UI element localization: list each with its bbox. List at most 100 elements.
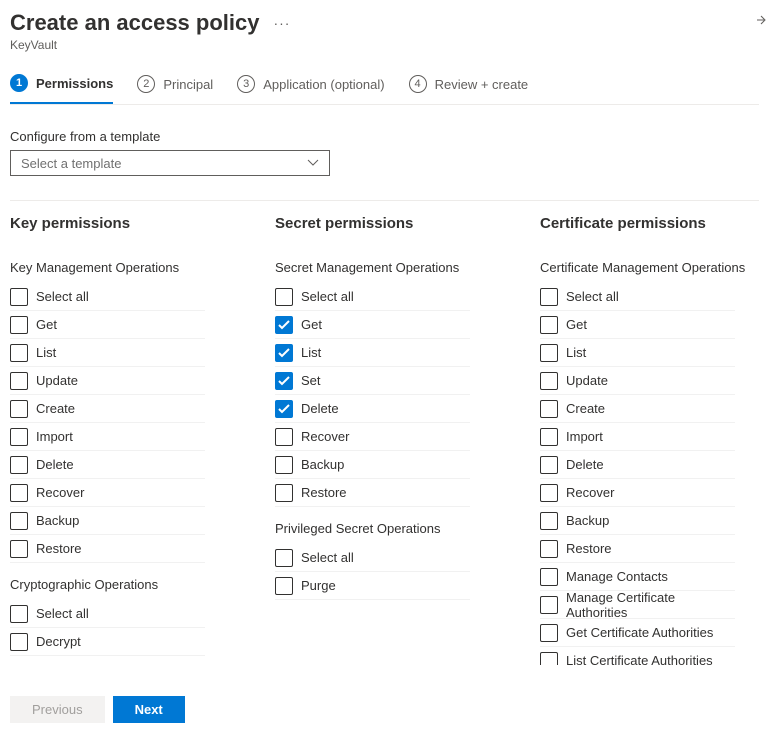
permission-checkbox[interactable] (10, 344, 28, 362)
permission-label[interactable]: Get Certificate Authorities (566, 625, 713, 640)
previous-button[interactable]: Previous (10, 696, 105, 723)
permission-label[interactable]: Get (566, 317, 587, 332)
step-label: Review + create (435, 77, 529, 92)
permission-row: Recover (10, 479, 205, 507)
permission-label[interactable]: Restore (301, 485, 347, 500)
permission-label[interactable]: Manage Contacts (566, 569, 668, 584)
permission-label[interactable]: Decrypt (36, 634, 81, 649)
permission-checkbox[interactable] (275, 344, 293, 362)
permission-checkbox[interactable] (10, 456, 28, 474)
permission-label[interactable]: List (566, 345, 586, 360)
permission-label[interactable]: Purge (301, 578, 336, 593)
wizard-steps: 1Permissions 2Principal 3Application (opti… (0, 52, 769, 104)
permission-checkbox[interactable] (540, 288, 558, 306)
permission-checkbox[interactable] (275, 549, 293, 567)
permission-label[interactable]: Select all (566, 289, 619, 304)
permission-checkbox[interactable] (275, 316, 293, 334)
next-button[interactable]: Next (113, 696, 185, 723)
permission-label[interactable]: Get (36, 317, 57, 332)
group-title: Secret Management Operations (275, 260, 540, 275)
permission-label[interactable]: List (36, 345, 56, 360)
permission-checkbox[interactable] (275, 288, 293, 306)
permission-checkbox[interactable] (275, 428, 293, 446)
permission-row: List (275, 339, 470, 367)
permission-checkbox[interactable] (540, 624, 558, 642)
permission-checkbox[interactable] (10, 512, 28, 530)
permission-label[interactable]: Recover (566, 485, 614, 500)
wizard-step-2[interactable]: 2Principal (137, 74, 213, 104)
permission-row: Recover (540, 479, 735, 507)
permission-label[interactable]: Set (301, 373, 321, 388)
permission-label[interactable]: Update (36, 373, 78, 388)
permission-label[interactable]: Select all (36, 289, 89, 304)
permission-label[interactable]: Recover (301, 429, 349, 444)
permission-checkbox[interactable] (540, 372, 558, 390)
permission-checkbox[interactable] (10, 484, 28, 502)
permission-checkbox[interactable] (540, 428, 558, 446)
permission-checkbox[interactable] (540, 316, 558, 334)
permission-label[interactable]: List (301, 345, 321, 360)
close-icon[interactable] (757, 6, 769, 35)
permission-checkbox[interactable] (10, 400, 28, 418)
permission-row: Get (275, 311, 470, 339)
wizard-step-4[interactable]: 4Review + create (409, 74, 529, 104)
permission-label[interactable]: Update (566, 373, 608, 388)
permission-checkbox[interactable] (540, 540, 558, 558)
permission-row: Manage Contacts (540, 563, 735, 591)
permission-label[interactable]: Get (301, 317, 322, 332)
permission-label[interactable]: List Certificate Authorities (566, 653, 713, 665)
permission-row: Purge (275, 572, 470, 600)
permission-checkbox[interactable] (540, 456, 558, 474)
permission-row: Update (540, 367, 735, 395)
permission-label[interactable]: Create (36, 401, 75, 416)
group-title: Privileged Secret Operations (275, 521, 540, 536)
permission-label[interactable]: Restore (566, 541, 612, 556)
template-select[interactable]: Select a template (10, 150, 330, 176)
permission-label[interactable]: Select all (301, 289, 354, 304)
permission-label[interactable]: Restore (36, 541, 82, 556)
permission-label[interactable]: Delete (36, 457, 74, 472)
permission-checkbox[interactable] (540, 652, 558, 666)
permission-row: Create (540, 395, 735, 423)
permission-checkbox[interactable] (540, 400, 558, 418)
permission-checkbox[interactable] (275, 400, 293, 418)
permission-checkbox[interactable] (275, 372, 293, 390)
permission-checkbox[interactable] (10, 633, 28, 651)
permission-label[interactable]: Import (566, 429, 603, 444)
permission-checkbox[interactable] (275, 577, 293, 595)
permission-label[interactable]: Create (566, 401, 605, 416)
permission-label[interactable]: Select all (301, 550, 354, 565)
permission-label[interactable]: Backup (36, 513, 79, 528)
permission-label[interactable]: Select all (36, 606, 89, 621)
permission-label[interactable]: Backup (301, 457, 344, 472)
permission-checkbox[interactable] (540, 568, 558, 586)
permission-label[interactable]: Recover (36, 485, 84, 500)
permission-checkbox[interactable] (10, 428, 28, 446)
permission-row: List (540, 339, 735, 367)
permission-checkbox[interactable] (275, 484, 293, 502)
permission-label[interactable]: Manage Certificate Authorities (566, 590, 735, 620)
permission-checkbox[interactable] (540, 512, 558, 530)
permission-label[interactable]: Backup (566, 513, 609, 528)
permission-checkbox[interactable] (10, 605, 28, 623)
permission-label[interactable]: Delete (301, 401, 339, 416)
permission-checkbox[interactable] (540, 596, 558, 614)
permission-checkbox[interactable] (10, 288, 28, 306)
permission-checkbox[interactable] (10, 540, 28, 558)
permission-row: List Certificate Authorities (540, 647, 735, 665)
permission-row: List (10, 339, 205, 367)
permission-checkbox[interactable] (540, 484, 558, 502)
permission-checkbox[interactable] (10, 372, 28, 390)
column-title: Secret permissions (275, 215, 540, 232)
permission-row: Select all (10, 600, 205, 628)
permission-row: Delete (275, 395, 470, 423)
more-actions-icon[interactable]: ··· (273, 15, 290, 31)
permission-row: Backup (275, 451, 470, 479)
wizard-step-1[interactable]: 1Permissions (10, 74, 113, 104)
permission-label[interactable]: Import (36, 429, 73, 444)
permission-checkbox[interactable] (275, 456, 293, 474)
permission-label[interactable]: Delete (566, 457, 604, 472)
wizard-step-3[interactable]: 3Application (optional) (237, 74, 384, 104)
permission-checkbox[interactable] (10, 316, 28, 334)
permission-checkbox[interactable] (540, 344, 558, 362)
